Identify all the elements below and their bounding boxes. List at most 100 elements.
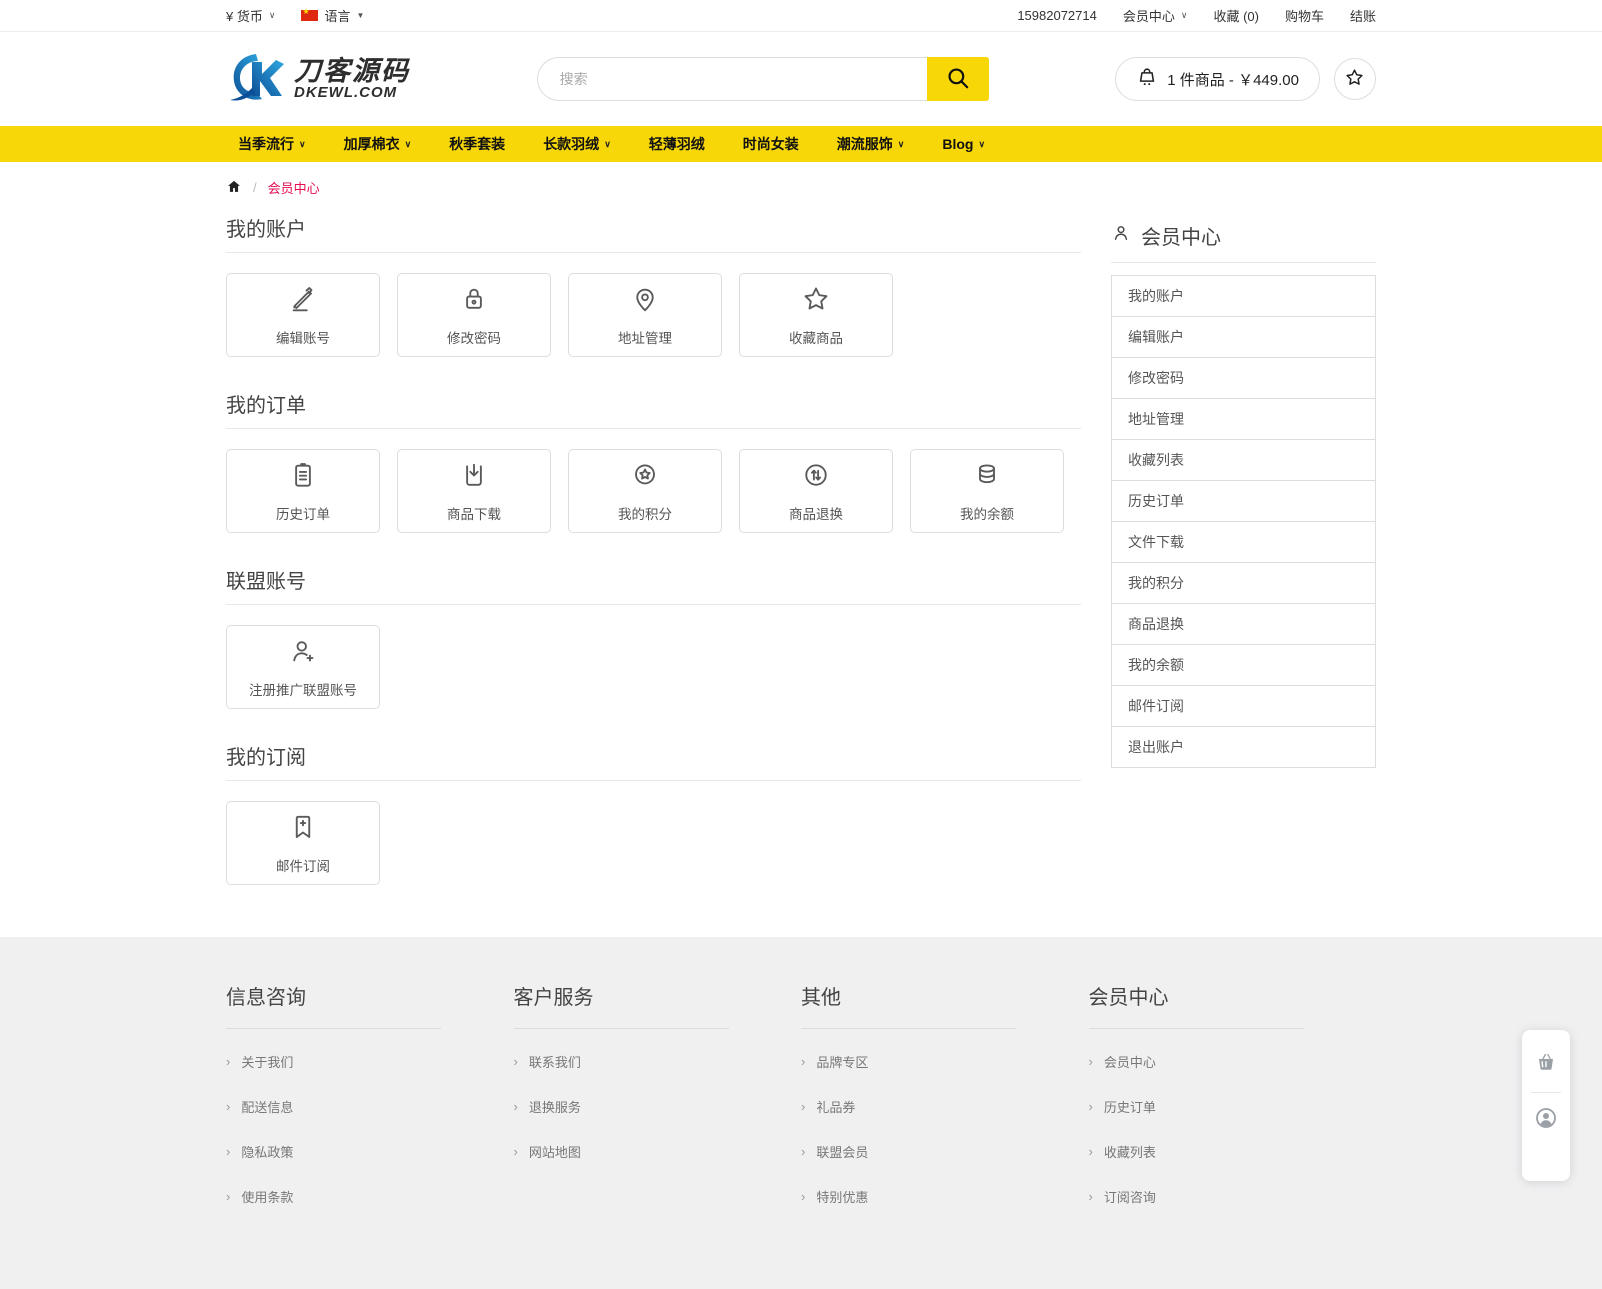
card-downloads[interactable]: 商品下载 bbox=[397, 449, 551, 533]
footer: 信息咨询 ›关于我们 ›配送信息 ›隐私政策 ›使用条款 客户服务 ›联系我们 … bbox=[0, 937, 1602, 1289]
footer-link-wishlist[interactable]: ›收藏列表 bbox=[1089, 1142, 1377, 1161]
card-newsletter[interactable]: 邮件订阅 bbox=[226, 801, 380, 885]
logo-mark-icon bbox=[226, 48, 288, 111]
wishlist-button[interactable] bbox=[1334, 58, 1376, 100]
home-icon[interactable] bbox=[226, 179, 242, 197]
chevron-down-icon: ∨ bbox=[1181, 10, 1188, 21]
footer-link-specials[interactable]: ›特别优惠 bbox=[801, 1187, 1089, 1206]
sidebar-menu: 我的账户 编辑账户 修改密码 地址管理 收藏列表 历史订单 文件下载 我的积分 … bbox=[1111, 275, 1376, 768]
card-returns[interactable]: 商品退换 bbox=[739, 449, 893, 533]
search-icon bbox=[945, 65, 971, 94]
user-plus-icon bbox=[288, 636, 318, 671]
star-icon bbox=[1344, 67, 1365, 91]
chevron-right-icon: › bbox=[514, 1055, 518, 1068]
footer-col-title: 信息咨询 bbox=[226, 981, 441, 1029]
currency-selector[interactable]: ¥ 货币 ∨ bbox=[226, 6, 275, 25]
card-wishlist[interactable]: 收藏商品 bbox=[739, 273, 893, 357]
chevron-down-icon: ∨ bbox=[978, 139, 985, 150]
card-edit-account[interactable]: 编辑账号 bbox=[226, 273, 380, 357]
card-reward-points[interactable]: 我的积分 bbox=[568, 449, 722, 533]
search-button[interactable] bbox=[927, 57, 989, 101]
topbar-link-checkout[interactable]: 结账 bbox=[1350, 6, 1376, 25]
nav-item-blog[interactable]: Blog∨ bbox=[942, 136, 985, 152]
sidebar-item-returns[interactable]: 商品退换 bbox=[1112, 604, 1375, 645]
bookmark-plus-icon bbox=[288, 812, 318, 847]
header: 刀客源码 DKEWL.COM bbox=[0, 32, 1602, 126]
sidebar-item-password[interactable]: 修改密码 bbox=[1112, 358, 1375, 399]
card-affiliate-signup[interactable]: 注册推广联盟账号 bbox=[226, 625, 380, 709]
footer-link-terms[interactable]: ›使用条款 bbox=[226, 1187, 514, 1206]
download-icon bbox=[459, 460, 489, 495]
chevron-down-icon: ∨ bbox=[898, 139, 905, 150]
topbar-left: ¥ 货币 ∨ ★ 语言 ▼ bbox=[226, 6, 364, 25]
quick-cart-button[interactable] bbox=[1522, 1044, 1570, 1085]
sidebar-item-newsletter[interactable]: 邮件订阅 bbox=[1112, 686, 1375, 727]
topbar-link-account[interactable]: 会员中心 ∨ bbox=[1123, 6, 1188, 25]
sidebar-item-balance[interactable]: 我的余额 bbox=[1112, 645, 1375, 686]
footer-col-title: 其他 bbox=[801, 981, 1016, 1029]
footer-link-about[interactable]: ›关于我们 bbox=[226, 1052, 514, 1071]
chevron-right-icon: › bbox=[1089, 1055, 1093, 1068]
user-icon bbox=[1111, 223, 1131, 249]
phone-number: 15982072714 bbox=[1017, 8, 1097, 23]
search-input[interactable] bbox=[537, 57, 927, 101]
chevron-right-icon: › bbox=[226, 1190, 230, 1203]
footer-link-returns[interactable]: ›退换服务 bbox=[514, 1097, 802, 1116]
account-cards: 编辑账号 修改密码 地址管理 bbox=[226, 273, 1081, 357]
nav-item-autumn-sets[interactable]: 秋季套装 bbox=[449, 134, 505, 154]
nav-item-padded-coats[interactable]: 加厚棉衣∨ bbox=[344, 134, 412, 154]
sidebar-item-address[interactable]: 地址管理 bbox=[1112, 399, 1375, 440]
topbar-link-wishlist[interactable]: 收藏 (0) bbox=[1213, 6, 1259, 25]
chevron-right-icon: › bbox=[801, 1055, 805, 1068]
topbar: ¥ 货币 ∨ ★ 语言 ▼ 15982072714 会员中心 ∨ 收藏 (0) … bbox=[0, 0, 1602, 32]
footer-link-affiliate[interactable]: ›联盟会员 bbox=[801, 1142, 1089, 1161]
sidebar-item-my-account[interactable]: 我的账户 bbox=[1112, 276, 1375, 317]
logo-title: 刀客源码 bbox=[294, 57, 410, 85]
nav-item-light-down[interactable]: 轻薄羽绒 bbox=[649, 134, 705, 154]
footer-col-title: 客户服务 bbox=[514, 981, 729, 1029]
footer-link-contact[interactable]: ›联系我们 bbox=[514, 1052, 802, 1071]
language-label: 语言 bbox=[324, 6, 350, 25]
sidebar-item-logout[interactable]: 退出账户 bbox=[1112, 727, 1375, 767]
footer-link-privacy[interactable]: ›隐私政策 bbox=[226, 1142, 514, 1161]
sidebar-item-points[interactable]: 我的积分 bbox=[1112, 563, 1375, 604]
divider bbox=[1531, 1092, 1561, 1093]
footer-link-delivery[interactable]: ›配送信息 bbox=[226, 1097, 514, 1116]
card-address-book[interactable]: 地址管理 bbox=[568, 273, 722, 357]
footer-link-brands[interactable]: ›品牌专区 bbox=[801, 1052, 1089, 1071]
topbar-link-cart[interactable]: 购物车 bbox=[1285, 6, 1324, 25]
footer-link-newsletter[interactable]: ›订阅咨询 bbox=[1089, 1187, 1377, 1206]
chevron-down-icon: ∨ bbox=[604, 139, 611, 150]
footer-link-gift-vouchers[interactable]: ›礼品券 bbox=[801, 1097, 1089, 1116]
quick-account-button[interactable] bbox=[1522, 1100, 1570, 1141]
footer-link-my-account[interactable]: ›会员中心 bbox=[1089, 1052, 1377, 1071]
nav-item-trend-apparel[interactable]: 潮流服饰∨ bbox=[837, 134, 905, 154]
card-label: 邮件订阅 bbox=[276, 855, 330, 875]
footer-col-information: 信息咨询 ›关于我们 ›配送信息 ›隐私政策 ›使用条款 bbox=[226, 981, 514, 1219]
sidebar-item-order-history[interactable]: 历史订单 bbox=[1112, 481, 1375, 522]
sidebar-item-downloads[interactable]: 文件下载 bbox=[1112, 522, 1375, 563]
card-label: 商品退换 bbox=[789, 503, 843, 523]
footer-col-account: 会员中心 ›会员中心 ›历史订单 ›收藏列表 ›订阅咨询 bbox=[1089, 981, 1377, 1219]
chevron-right-icon: › bbox=[514, 1145, 518, 1158]
sidebar-item-wishlist[interactable]: 收藏列表 bbox=[1112, 440, 1375, 481]
logo[interactable]: 刀客源码 DKEWL.COM bbox=[226, 48, 410, 111]
chevron-right-icon: › bbox=[801, 1145, 805, 1158]
lock-icon bbox=[459, 284, 489, 319]
sidebar-item-edit-account[interactable]: 编辑账户 bbox=[1112, 317, 1375, 358]
account-panels: 我的账户 编辑账号 修改密码 bbox=[226, 201, 1081, 897]
breadcrumb-current[interactable]: 会员中心 bbox=[268, 178, 320, 197]
nav-item-seasonal[interactable]: 当季流行∨ bbox=[238, 134, 306, 154]
nav-item-long-down[interactable]: 长款羽绒∨ bbox=[543, 134, 611, 154]
language-selector[interactable]: ★ 语言 ▼ bbox=[301, 6, 364, 25]
section-title-affiliate: 联盟账号 bbox=[226, 545, 1081, 605]
cart-button[interactable]: 1 件商品 - ￥449.00 bbox=[1115, 57, 1320, 101]
footer-col-extras: 其他 ›品牌专区 ›礼品券 ›联盟会员 ›特别优惠 bbox=[801, 981, 1089, 1219]
footer-link-sitemap[interactable]: ›网站地图 bbox=[514, 1142, 802, 1161]
card-label: 商品下载 bbox=[447, 503, 501, 523]
card-change-password[interactable]: 修改密码 bbox=[397, 273, 551, 357]
card-balance[interactable]: 我的余额 bbox=[910, 449, 1064, 533]
nav-item-womens-fashion[interactable]: 时尚女装 bbox=[743, 134, 799, 154]
card-order-history[interactable]: 历史订单 bbox=[226, 449, 380, 533]
footer-link-order-history[interactable]: ›历史订单 bbox=[1089, 1097, 1377, 1116]
